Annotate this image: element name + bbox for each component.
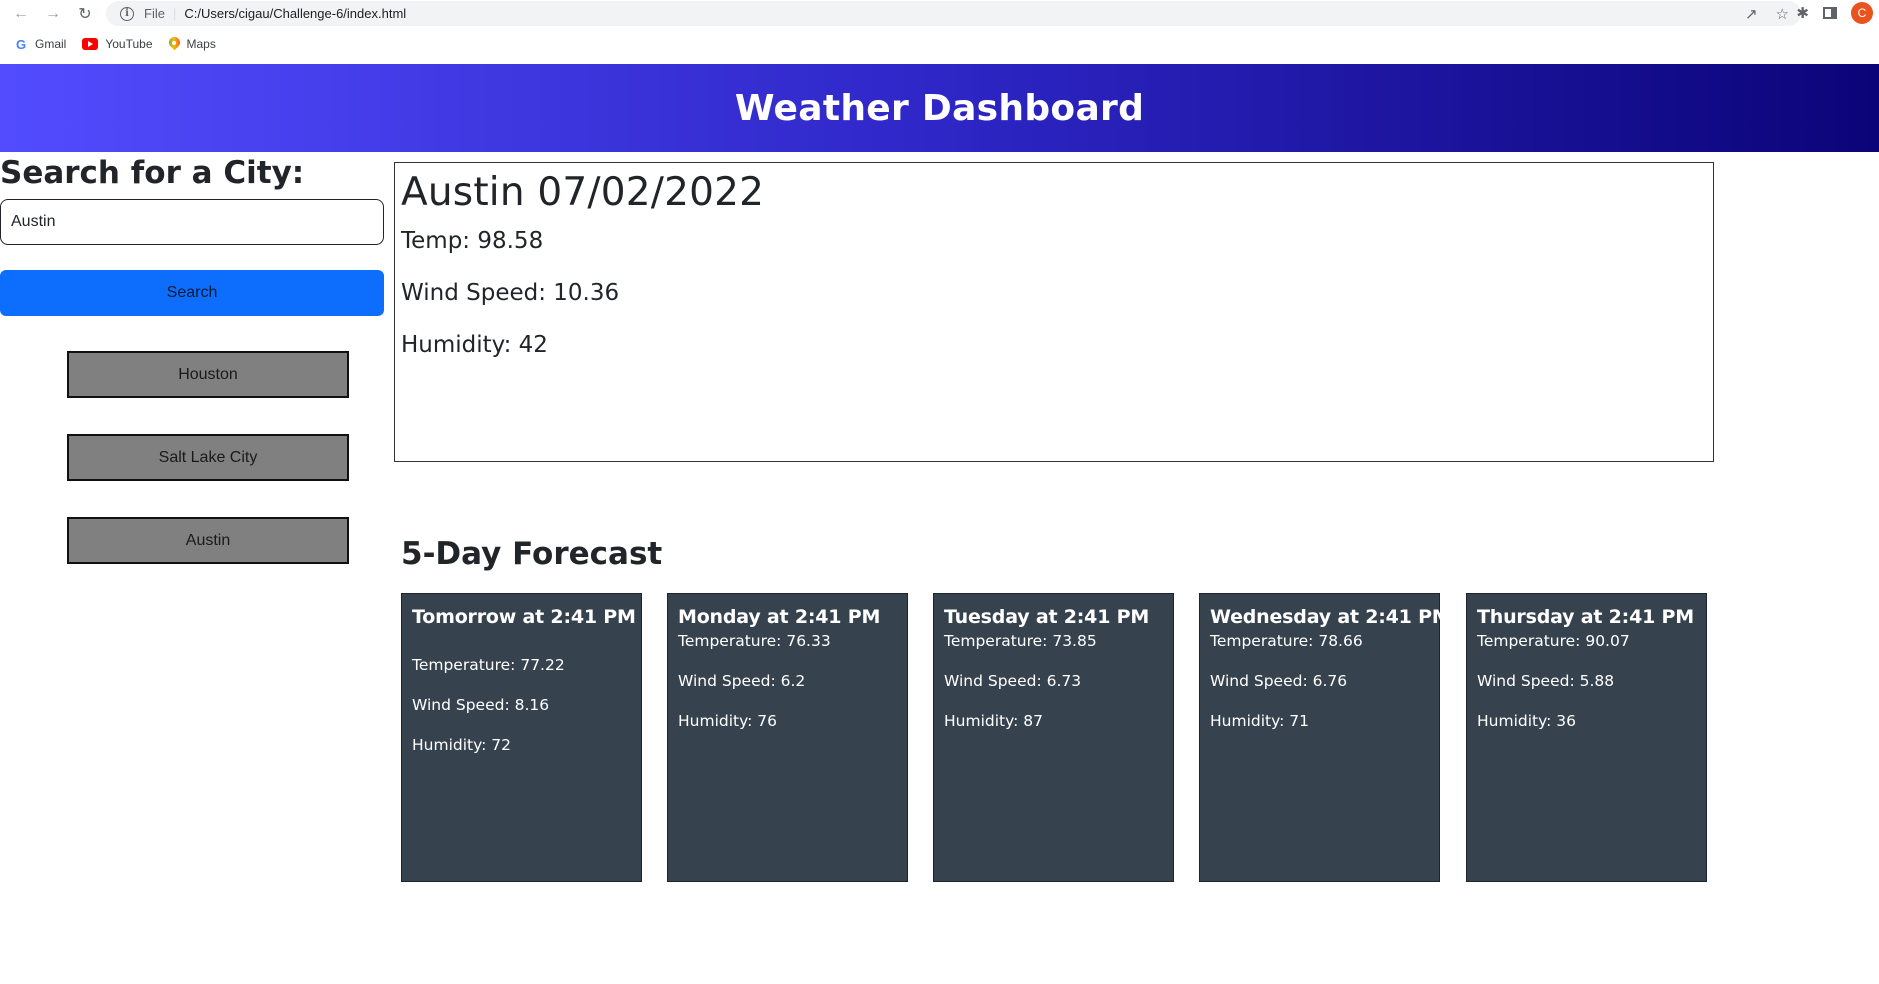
current-temp: Temp: 98.58 xyxy=(401,228,544,254)
forecast-card: Tomorrow at 2:41 PM Temperature: 77.22 W… xyxy=(401,593,642,882)
history-button-houston[interactable]: Houston xyxy=(67,351,349,398)
current-city-date: Austin 07/02/2022 xyxy=(401,170,765,215)
page-title: Weather Dashboard xyxy=(734,87,1145,129)
forecast-card: Tuesday at 2:41 PM Temperature: 73.85 Wi… xyxy=(933,593,1174,882)
history-button-austin[interactable]: Austin xyxy=(67,517,349,564)
forecast-day-title: Monday at 2:41 PM xyxy=(678,606,881,628)
bookmark-label: Gmail xyxy=(35,37,67,51)
forecast-temperature: Temperature: 78.66 xyxy=(1210,632,1363,650)
bookmark-label: YouTube xyxy=(105,37,153,51)
forward-arrow-icon[interactable]: → xyxy=(42,3,64,25)
url-text[interactable]: C:/Users/cigau/Challenge-6/index.html xyxy=(184,6,406,21)
google-icon: G xyxy=(15,36,27,52)
forecast-wind-speed: Wind Speed: 6.76 xyxy=(1210,672,1348,690)
forecast-day-title: Wednesday at 2:41 PM xyxy=(1210,606,1451,628)
forecast-card: Wednesday at 2:41 PM Temperature: 78.66 … xyxy=(1199,593,1451,882)
youtube-icon xyxy=(82,38,99,50)
bookmark-gmail[interactable]: G Gmail xyxy=(14,36,67,52)
maps-icon xyxy=(169,37,180,51)
search-input[interactable] xyxy=(0,199,384,245)
info-icon[interactable]: i xyxy=(120,6,134,21)
search-button[interactable]: Search xyxy=(0,270,384,316)
url-scheme-label: File xyxy=(144,6,165,21)
forecast-heading: 5-Day Forecast xyxy=(401,536,663,572)
history-button-salt-lake-city[interactable]: Salt Lake City xyxy=(67,434,349,481)
forecast-temperature: Temperature: 76.33 xyxy=(678,632,831,650)
back-arrow-icon[interactable]: ← xyxy=(10,3,32,25)
forecast-day-title: Tuesday at 2:41 PM xyxy=(944,606,1150,628)
forecast-temperature: Temperature: 73.85 xyxy=(944,632,1097,650)
url-separator: | xyxy=(172,6,177,21)
current-wind-speed: Wind Speed: 10.36 xyxy=(401,280,620,306)
forecast-temperature: Temperature: 90.07 xyxy=(1477,632,1630,650)
forecast-humidity: Humidity: 72 xyxy=(412,736,512,754)
forecast-wind-speed: Wind Speed: 6.2 xyxy=(678,672,806,690)
search-heading: Search for a City: xyxy=(0,155,305,191)
page-header: Weather Dashboard xyxy=(0,64,1879,152)
bookmark-label: Maps xyxy=(186,37,216,51)
forecast-wind-speed: Wind Speed: 8.16 xyxy=(412,696,550,714)
browser-toolbar: ← → ↻ i File | C:/Users/cigau/Challenge-… xyxy=(0,0,1879,26)
bookmark-maps[interactable]: Maps xyxy=(169,37,216,51)
current-weather-card: Austin 07/02/2022 Temp: 98.58 Wind Speed… xyxy=(394,162,1714,462)
forecast-humidity: Humidity: 76 xyxy=(678,712,778,730)
forecast-day-title: Tomorrow at 2:41 PM xyxy=(412,606,636,628)
reload-icon[interactable]: ↻ xyxy=(74,3,96,25)
address-bar[interactable]: i File | C:/Users/cigau/Challenge-6/inde… xyxy=(106,1,1801,26)
bookmarks-bar: G Gmail YouTube Maps xyxy=(0,33,1879,55)
forecast-wind-speed: Wind Speed: 5.88 xyxy=(1477,672,1615,690)
forecast-wind-speed: Wind Speed: 6.73 xyxy=(944,672,1082,690)
forecast-card: Monday at 2:41 PM Temperature: 76.33 Win… xyxy=(667,593,908,882)
current-humidity: Humidity: 42 xyxy=(401,332,548,358)
forecast-humidity: Humidity: 71 xyxy=(1210,712,1310,730)
extensions-puzzle-icon[interactable]: ✱ xyxy=(1796,4,1809,22)
side-panel-icon[interactable] xyxy=(1823,7,1837,19)
forecast-humidity: Humidity: 36 xyxy=(1477,712,1577,730)
forecast-card: Thursday at 2:41 PM Temperature: 90.07 W… xyxy=(1466,593,1707,882)
bookmark-star-icon[interactable]: ☆ xyxy=(1776,5,1789,23)
forecast-humidity: Humidity: 87 xyxy=(944,712,1044,730)
profile-avatar[interactable]: C xyxy=(1851,2,1873,24)
share-icon[interactable]: ↗ xyxy=(1745,5,1758,23)
forecast-day-title: Thursday at 2:41 PM xyxy=(1477,606,1694,628)
forecast-temperature: Temperature: 77.22 xyxy=(412,656,565,674)
bookmark-youtube[interactable]: YouTube xyxy=(82,37,153,51)
